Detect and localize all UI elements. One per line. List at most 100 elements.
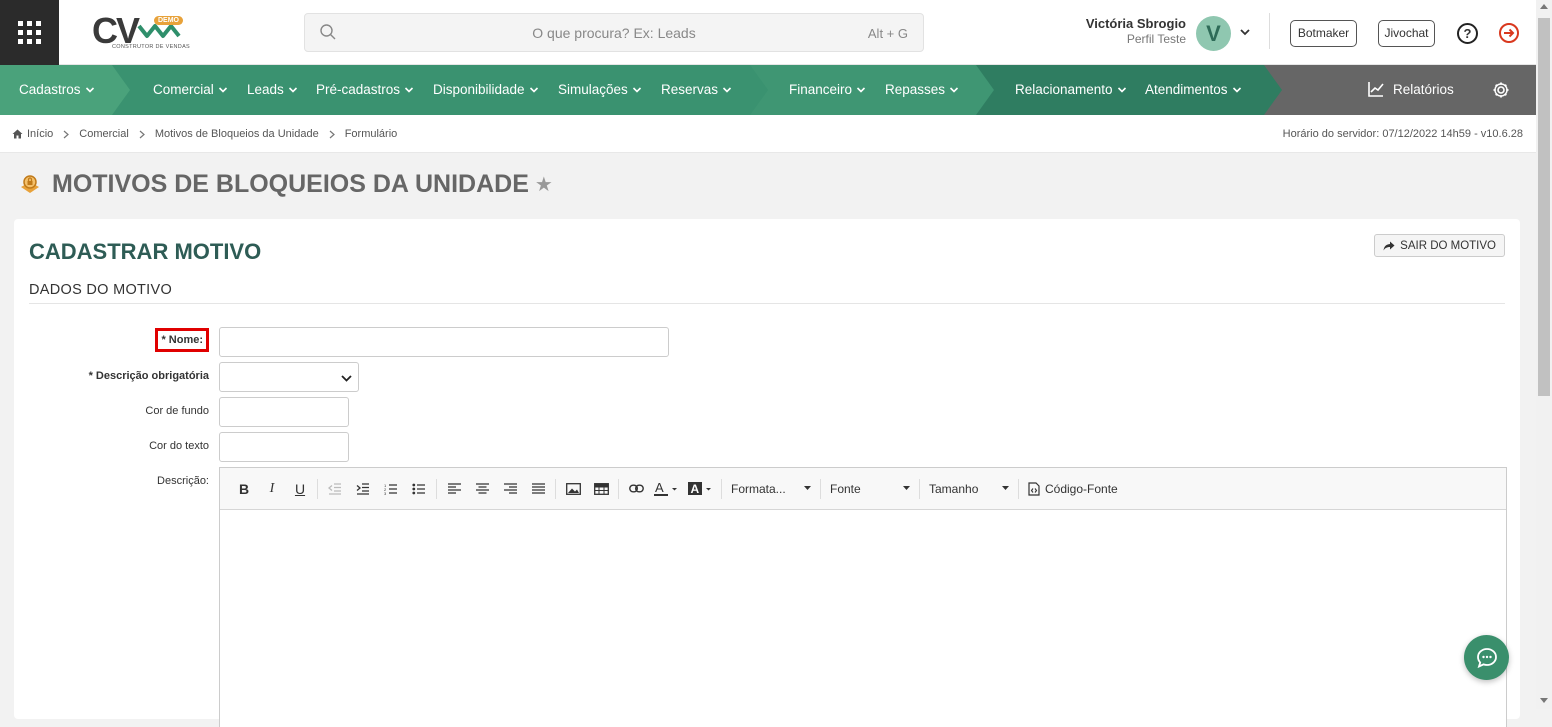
toolbar-divider	[820, 478, 821, 499]
outdent-button[interactable]	[321, 477, 349, 501]
image-icon	[565, 482, 581, 495]
unit-lock-icon	[21, 174, 39, 193]
link-icon	[628, 484, 644, 493]
page-scrollbar[interactable]	[1536, 0, 1552, 709]
outdent-icon	[328, 482, 341, 495]
breadcrumb-item-inicio[interactable]: Início	[27, 128, 53, 140]
justify-icon	[531, 483, 545, 494]
nav-item-comercial[interactable]: Comercial	[153, 65, 228, 115]
toolbar-divider	[555, 478, 556, 499]
chevron-down-icon	[856, 87, 866, 94]
numbered-list-button[interactable]: 123	[377, 477, 405, 501]
main-nav: Cadastros Comercial Leads Pré-cadastros …	[0, 65, 1536, 115]
logout-icon[interactable]	[1498, 22, 1520, 44]
breadcrumb-item-comercial[interactable]: Comercial	[79, 128, 129, 140]
editor-content-area[interactable]	[220, 510, 1506, 727]
table-button[interactable]	[587, 477, 615, 501]
text-color-field[interactable]	[219, 432, 349, 462]
required-description-select[interactable]	[219, 362, 359, 392]
nav-item-disponibilidade[interactable]: Disponibilidade	[433, 65, 539, 115]
name-field[interactable]	[219, 327, 669, 357]
text-color-button[interactable]: A	[650, 477, 684, 501]
source-code-button[interactable]: Código-Fonte	[1022, 482, 1124, 496]
toolbar-divider	[317, 478, 318, 499]
scroll-up-arrow[interactable]	[1540, 4, 1548, 9]
page-title: MOTIVOS DE BLOQUEIOS DA UNIDADE	[52, 170, 529, 198]
indent-icon	[356, 482, 369, 495]
nav-item-simulacoes[interactable]: Simulações	[558, 65, 642, 115]
background-color-label: Cor de fundo	[145, 405, 209, 417]
nav-item-leads[interactable]: Leads	[247, 65, 298, 115]
justify-button[interactable]	[524, 477, 552, 501]
background-color-button[interactable]: A	[684, 477, 718, 501]
chevron-right-icon	[139, 130, 145, 138]
nav-item-relatorios[interactable]: Relatórios	[1367, 80, 1454, 98]
italic-button[interactable]: I	[258, 477, 286, 501]
table-icon	[593, 482, 609, 495]
background-color-field[interactable]	[219, 397, 349, 427]
apps-menu-button[interactable]	[0, 0, 59, 65]
chevron-down-icon	[218, 87, 227, 94]
global-search[interactable]: O que procura? Ex: Leads Alt + G	[304, 13, 924, 52]
underline-button[interactable]: U	[286, 477, 314, 501]
chevron-right-icon	[63, 130, 70, 138]
svg-text:A: A	[655, 481, 664, 495]
font-dropdown[interactable]: Fonte	[824, 477, 916, 501]
numbered-list-icon: 123	[384, 483, 397, 495]
indent-button[interactable]	[349, 477, 377, 501]
link-button[interactable]	[622, 477, 650, 501]
toolbar-divider	[721, 478, 722, 499]
size-dropdown[interactable]: Tamanho	[923, 477, 1015, 501]
chevron-down-icon	[1232, 87, 1241, 94]
logo-badge: DEMO	[154, 16, 183, 25]
section-title: DADOS DO MOTIVO	[29, 282, 173, 298]
user-info[interactable]: Victória Sbrogio Perfil Teste	[1060, 16, 1186, 46]
chat-button[interactable]	[1464, 635, 1509, 680]
align-right-icon	[503, 483, 517, 494]
svg-text:3: 3	[384, 491, 387, 495]
search-shortcut: Alt + G	[867, 26, 908, 41]
server-time: Horário do servidor: 07/12/2022 14h59 - …	[1282, 128, 1523, 140]
avatar[interactable]: V	[1196, 16, 1231, 51]
nav-item-cadastros[interactable]: Cadastros	[19, 65, 95, 115]
editor-toolbar: B I U 123 A A Formata... Fonte Tamanho C…	[220, 468, 1506, 510]
scroll-down-arrow[interactable]	[1540, 698, 1548, 703]
format-dropdown[interactable]: Formata...	[725, 477, 817, 501]
logo[interactable]: CV DEMO CONSTRUTOR DE VENDAS	[92, 12, 190, 56]
search-input[interactable]: O que procura? Ex: Leads	[305, 25, 923, 41]
bullet-list-button[interactable]	[405, 477, 433, 501]
nav-item-relacionamento[interactable]: Relacionamento	[1015, 65, 1127, 115]
breadcrumb-item-motivos[interactable]: Motivos de Bloqueios da Unidade	[155, 128, 319, 140]
align-left-button[interactable]	[440, 477, 468, 501]
nav-item-pre-cadastros[interactable]: Pré-cadastros	[316, 65, 414, 115]
align-center-button[interactable]	[468, 477, 496, 501]
image-button[interactable]	[559, 477, 587, 501]
botmaker-button[interactable]: Botmaker	[1290, 20, 1357, 47]
chevron-down-icon	[288, 87, 297, 94]
svg-text:A: A	[691, 482, 700, 496]
align-left-icon	[447, 483, 461, 494]
nav-item-reservas[interactable]: Reservas	[661, 65, 732, 115]
chevron-down-icon[interactable]	[1239, 26, 1251, 38]
exit-motivo-button[interactable]: SAIR DO MOTIVO	[1374, 234, 1505, 257]
text-color-label: Cor do texto	[149, 440, 209, 452]
page-header: MOTIVOS DE BLOQUEIOS DA UNIDADE ★	[18, 170, 553, 199]
nav-item-financeiro[interactable]: Financeiro	[789, 65, 866, 115]
top-header: CV DEMO CONSTRUTOR DE VENDAS O que procu…	[0, 0, 1536, 65]
align-right-button[interactable]	[496, 477, 524, 501]
chevron-down-icon	[404, 87, 414, 94]
source-code-icon	[1028, 481, 1040, 496]
bold-button[interactable]: B	[230, 477, 258, 501]
gear-icon[interactable]	[1492, 81, 1510, 99]
required-description-label: * Descrição obrigatória	[88, 370, 209, 382]
card-title: CADASTRAR MOTIVO	[29, 239, 262, 264]
scrollbar-thumb[interactable]	[1538, 18, 1550, 396]
toolbar-divider	[919, 478, 920, 499]
star-icon[interactable]: ★	[535, 172, 553, 197]
nav-item-atendimentos[interactable]: Atendimentos	[1145, 65, 1242, 115]
nav-item-repasses[interactable]: Repasses	[885, 65, 959, 115]
section-divider	[29, 303, 1505, 304]
chevron-down-icon	[949, 87, 959, 94]
jivochat-button[interactable]: Jivochat	[1378, 20, 1435, 47]
help-icon[interactable]: ?	[1457, 23, 1478, 44]
